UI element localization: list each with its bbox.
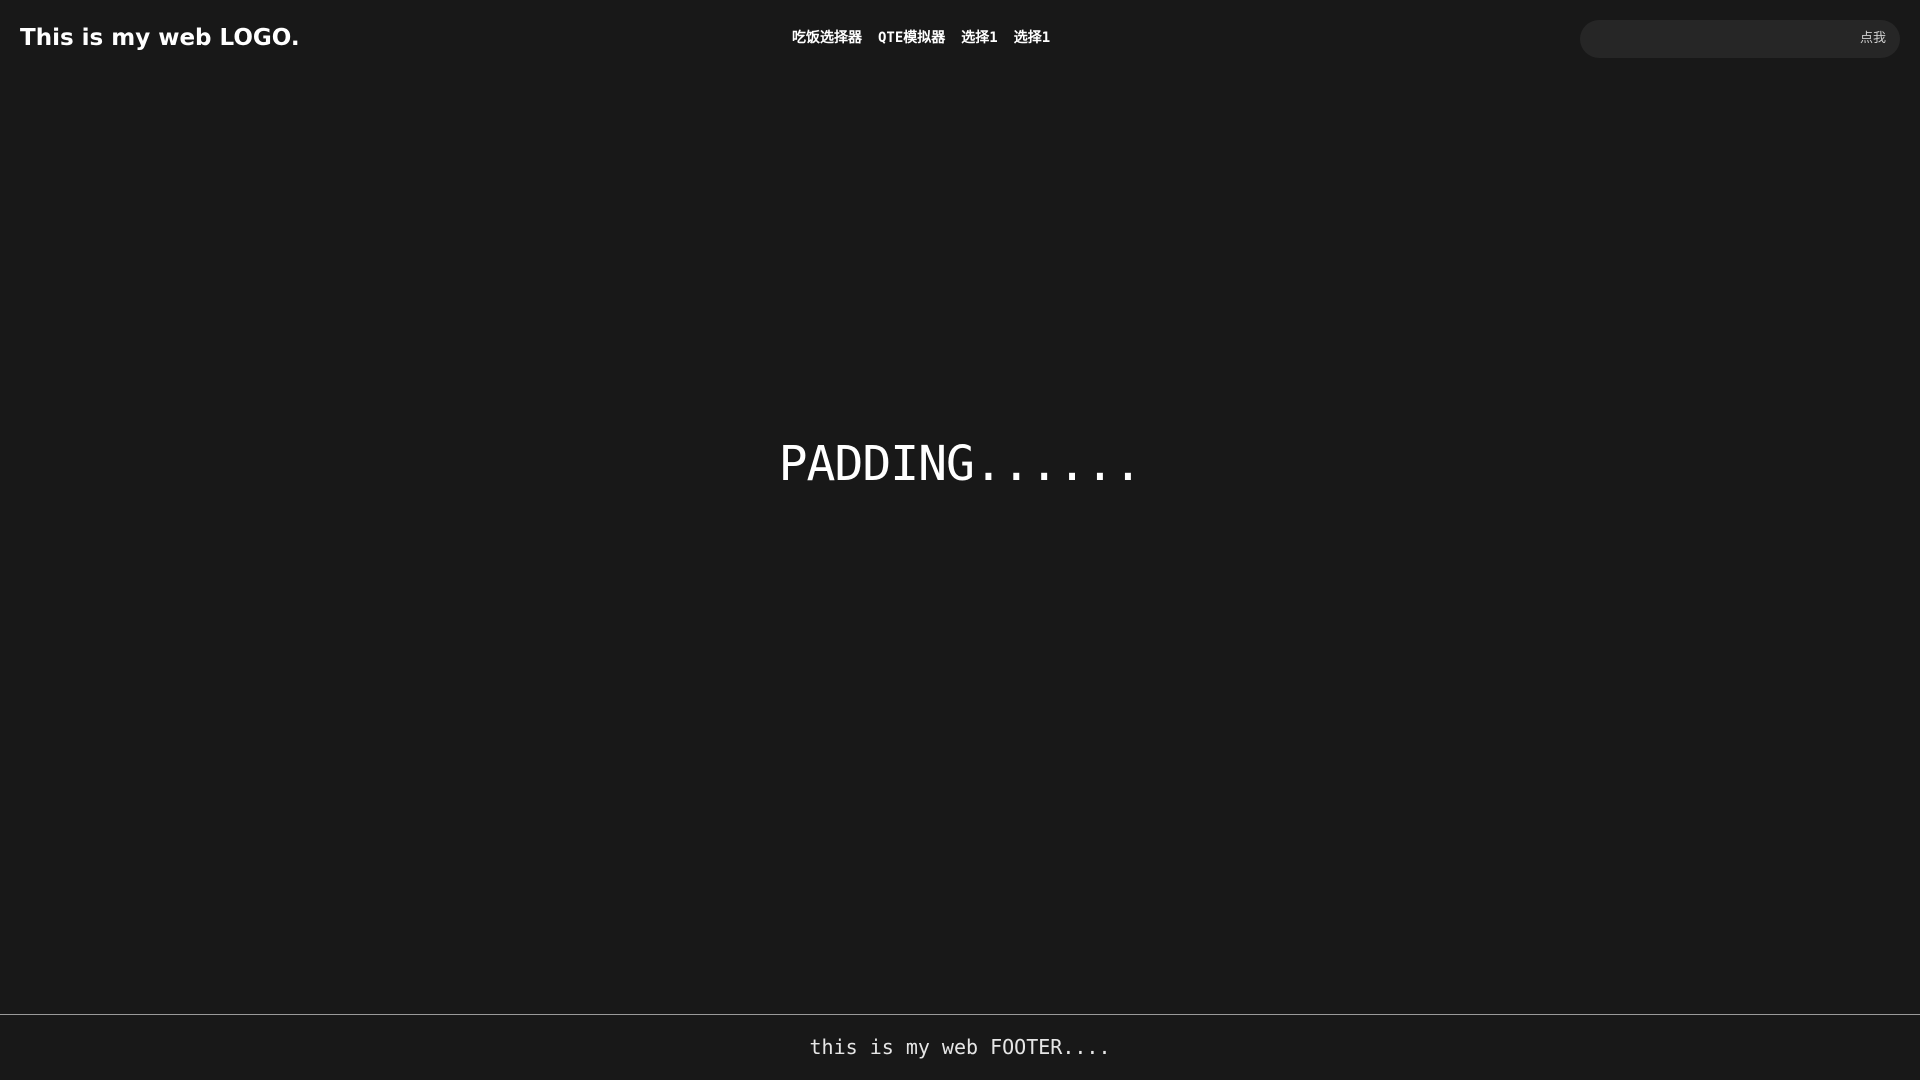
nav-item-option-1[interactable]: 选择1 [961, 26, 997, 50]
nav-item-option-1-second[interactable]: 选择1 [1014, 26, 1050, 50]
site-logo[interactable]: This is my web LOGO. [20, 22, 300, 54]
search-input[interactable] [1594, 20, 1818, 60]
nav-item-meal-picker[interactable]: 吃饭选择器 [792, 26, 862, 50]
search-box: 点我 [1580, 20, 1900, 60]
main-nav: 吃饭选择器 QTE模拟器 选择1 选择1 [792, 26, 1050, 50]
site-footer: this is my web FOOTER.... [0, 1014, 1920, 1080]
nav-item-qte-simulator[interactable]: QTE模拟器 [878, 26, 945, 50]
search-button[interactable]: 点我 [1860, 20, 1886, 58]
footer-text: this is my web FOOTER.... [809, 1035, 1111, 1059]
site-header: This is my web LOGO. 吃饭选择器 QTE模拟器 选择1 选择… [0, 0, 1920, 77]
main-content [0, 77, 1920, 1014]
placeholder-heading: PADDING...... [778, 436, 1143, 492]
